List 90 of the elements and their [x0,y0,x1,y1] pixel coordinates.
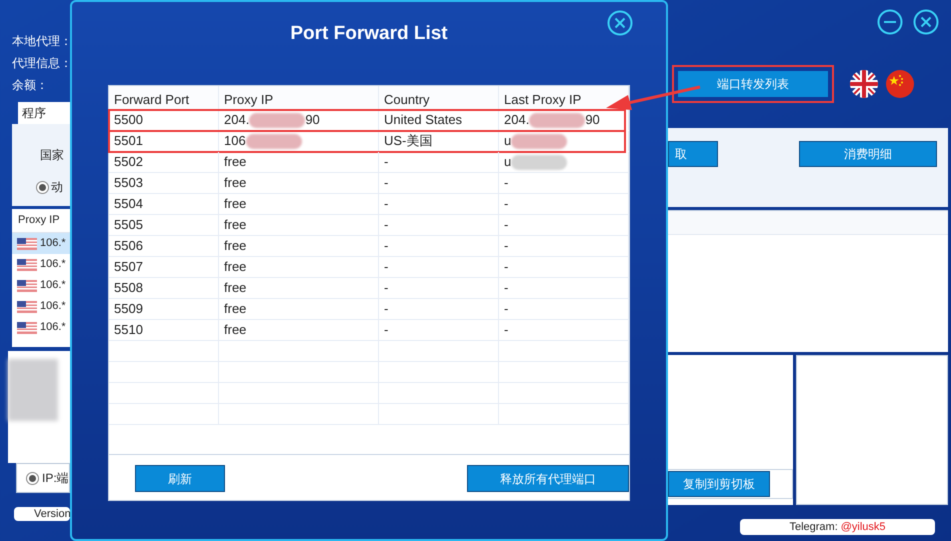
radio-button[interactable] [36,180,49,194]
ip-prefix: free [224,174,246,192]
country-label: 国家 [40,147,65,164]
radio-label: 动 [51,179,63,196]
ip-suffix: 90 [305,111,320,130]
ip-prefix: - [504,174,508,192]
country-name: United States [384,111,462,130]
ip-prefix: free [224,300,246,318]
ip-prefix: - [504,195,508,214]
close-icon[interactable] [913,9,939,35]
dialog-title: Port Forward List [290,22,448,46]
column-header[interactable]: Last Proxy IP [504,90,582,109]
ip-suffix: 90 [585,111,600,130]
country-name: - [384,279,388,298]
country-name: - [384,153,388,172]
proxy-ip: 106.* [40,257,66,272]
telegram-handle[interactable]: @yilusk5 [840,519,886,535]
proxy-row[interactable]: 106.* [12,233,70,254]
flag-icon [17,280,37,292]
info-label: 代理信息： [12,55,70,72]
telegram-label: Telegram: [789,520,838,535]
english-flag-icon[interactable] [850,70,878,98]
spending-details-button[interactable]: 消费明细 [799,141,937,167]
minimize-icon[interactable] [877,9,903,35]
country-name: US-美国 [384,132,432,150]
info-label: 本地代理： [12,33,70,50]
column-header[interactable]: Country [384,90,430,109]
port-number: 5501 [114,132,143,150]
release-ports-button[interactable]: 释放所有代理端口 [467,465,629,492]
info-label: 余额： [12,77,49,94]
port-number: 5507 [114,258,143,276]
port-number: 5500 [114,111,143,130]
version-label: Version [34,507,70,521]
refresh-button[interactable]: 刷新 [135,465,225,492]
flag-icon [17,300,37,312]
ip-prefix: 204. [504,111,530,130]
port-number: 5510 [114,321,143,340]
ip-prefix: - [504,300,508,318]
proxy-ip: 106.* [40,299,66,314]
port-number: 5502 [114,153,143,172]
country-name: - [384,216,388,234]
proxy-row[interactable]: 106.* [12,317,70,338]
ip-prefix: - [504,258,508,276]
column-header[interactable]: Proxy IP [224,90,274,109]
port-number: 5506 [114,237,143,256]
ip-prefix: - [504,237,508,256]
ip-prefix: - [504,321,508,340]
ip-prefix: free [224,153,246,172]
proxy-row[interactable]: 106.* [12,275,70,296]
column-header: Proxy IP [18,213,60,228]
ip-prefix: free [224,321,246,340]
ip-prefix: 204. [224,111,250,130]
proxy-row[interactable]: 106.* [12,296,70,317]
flag-icon [17,322,37,334]
column-header[interactable]: Forward Port [114,90,190,109]
port-number: 5505 [114,216,143,234]
close-icon[interactable] [607,10,633,36]
ip-prefix: free [224,237,246,256]
radio-label: IP:端 [42,470,69,487]
ip-prefix: free [224,279,246,298]
proxy-ip: 106.* [40,278,66,294]
port-number: 5503 [114,174,143,192]
ip-prefix: 106 [224,132,246,150]
proxy-ip: 106.* [40,236,66,252]
copy-button[interactable]: 复制到剪切板 [668,471,770,497]
ip-prefix: - [504,279,508,298]
radio-button[interactable] [26,472,39,484]
country-name: - [384,258,388,276]
ip-prefix: - [504,216,508,234]
chinese-flag-icon[interactable] [886,70,914,98]
ip-prefix: free [224,258,246,276]
port-number: 5509 [114,300,143,318]
port-number: 5508 [114,279,143,298]
country-name: - [384,300,388,318]
country-name: - [384,237,388,256]
ip-prefix: free [224,195,246,214]
ip-prefix: u [504,132,512,150]
port-number: 5504 [114,195,143,214]
flag-icon [17,238,37,250]
redaction-blur [8,359,58,421]
flag-icon [17,258,37,270]
country-name: - [384,174,388,192]
ip-prefix: free [224,216,246,234]
proxy-ip: 106.* [40,320,66,336]
extract-button[interactable]: 取 [668,141,718,167]
port-list-button[interactable]: 端口转发列表 [678,71,828,97]
country-name: - [384,321,388,340]
proxy-row[interactable]: 106.* [12,254,70,275]
country-name: - [384,195,388,214]
ip-prefix: u [504,153,512,172]
